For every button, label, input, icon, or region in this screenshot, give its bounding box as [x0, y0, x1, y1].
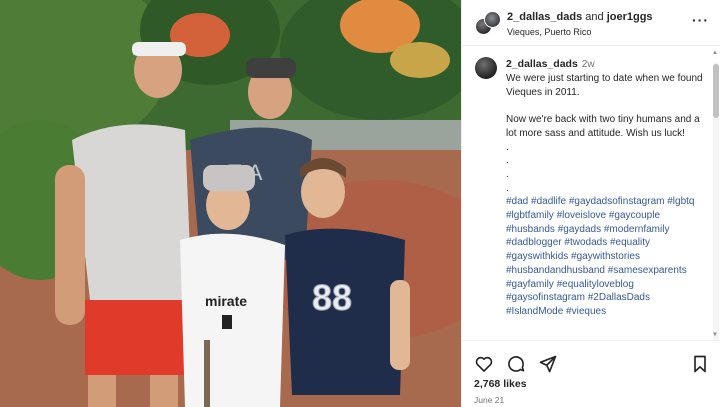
coauthor-link[interactable]: joer1ggs: [607, 11, 653, 23]
hashtag-link[interactable]: #gaydadsofinstagram: [569, 196, 665, 207]
caption-dot: .: [506, 155, 509, 167]
hashtag-link[interactable]: #husbands: [506, 224, 555, 235]
post-header: 2_dallas_dads and joer1ggs Vieques, Puer…: [462, 0, 720, 46]
caption-scrollbar[interactable]: [713, 62, 719, 340]
hashtag-link[interactable]: #equality: [610, 237, 650, 248]
hashtag-link[interactable]: #modernfamily: [604, 224, 670, 235]
hashtag-link[interactable]: #gayswithkids: [506, 251, 568, 262]
avatar[interactable]: [484, 11, 501, 28]
caption-username[interactable]: 2_dallas_dads: [506, 58, 578, 70]
caption-text: We were just starting to date when we fo…: [506, 72, 706, 319]
hashtag-link[interactable]: #gaywithstories: [571, 251, 640, 262]
hashtag-link[interactable]: #loveislove: [557, 210, 606, 221]
hashtag-link[interactable]: #equalityloveblog: [557, 279, 634, 290]
hashtag-link[interactable]: #2DallasDads: [588, 292, 650, 303]
and-text: and: [585, 11, 604, 23]
hashtag-link[interactable]: #dad: [506, 196, 528, 207]
svg-text:88: 88: [312, 277, 352, 318]
hashtag-link[interactable]: #vieques: [566, 306, 606, 317]
hashtag-link[interactable]: #dadlife: [531, 196, 566, 207]
collab-avatars[interactable]: [475, 11, 501, 37]
bookmark-icon[interactable]: [690, 354, 710, 374]
caption-paragraph: We were just starting to date when we fo…: [506, 73, 703, 98]
send-icon[interactable]: [538, 354, 558, 374]
svg-text:mirate: mirate: [205, 293, 247, 309]
post-authors: 2_dallas_dads and joer1ggs: [507, 11, 653, 23]
hashtag-link[interactable]: #twodads: [564, 237, 607, 248]
hashtag-link[interactable]: #gaycouple: [609, 210, 660, 221]
hashtag-link[interactable]: #lgbtfamily: [506, 210, 554, 221]
caption-area[interactable]: 2_dallas_dads 2w We were just starting to…: [462, 47, 720, 337]
caption-dot: .: [506, 141, 509, 153]
scroll-up-arrow-icon[interactable]: ▲: [712, 50, 718, 56]
hashtag-link[interactable]: #husbandandhusband: [506, 265, 605, 276]
hashtag-link[interactable]: #gaydads: [558, 224, 601, 235]
more-options-icon[interactable]: ···: [692, 12, 709, 28]
heart-icon[interactable]: [474, 354, 494, 374]
avatar[interactable]: [475, 57, 497, 79]
scroll-down-arrow-icon[interactable]: ▼: [712, 332, 718, 338]
caption-dot: .: [506, 168, 509, 180]
post-date[interactable]: June 21: [474, 395, 504, 405]
caption-author: 2_dallas_dads 2w: [506, 58, 595, 70]
hashtag-link[interactable]: #lgbtq: [667, 196, 694, 207]
caption-paragraph: Now we're back with two tiny humans and …: [506, 114, 700, 139]
action-bar: [462, 340, 720, 380]
post-panel: 2_dallas_dads and joer1ggs Vieques, Puer…: [461, 0, 720, 407]
hashtag-link[interactable]: #gaysofinstagram: [506, 292, 585, 303]
likes-count[interactable]: 2,768 likes: [474, 378, 527, 390]
hashtag-link[interactable]: #samesexparents: [608, 265, 687, 276]
hashtag-link[interactable]: #IslandMode: [506, 306, 563, 317]
caption-dot: .: [506, 182, 509, 194]
comment-icon[interactable]: [506, 354, 526, 374]
hashtag-list: #dad #dadlife #gaydadsofinstagram #lgbtq…: [506, 195, 706, 318]
location-link[interactable]: Vieques, Puerto Rico: [507, 27, 591, 37]
post-photo[interactable]: TA mirate 88: [0, 0, 461, 407]
hashtag-link[interactable]: #gayfamily: [506, 279, 554, 290]
family-photo-illustration: TA mirate 88: [0, 0, 461, 407]
scrollbar-thumb[interactable]: [713, 64, 719, 118]
author-link[interactable]: 2_dallas_dads: [507, 11, 582, 23]
hashtag-link[interactable]: #dadblogger: [506, 237, 562, 248]
caption-timestamp[interactable]: 2w: [582, 59, 595, 70]
